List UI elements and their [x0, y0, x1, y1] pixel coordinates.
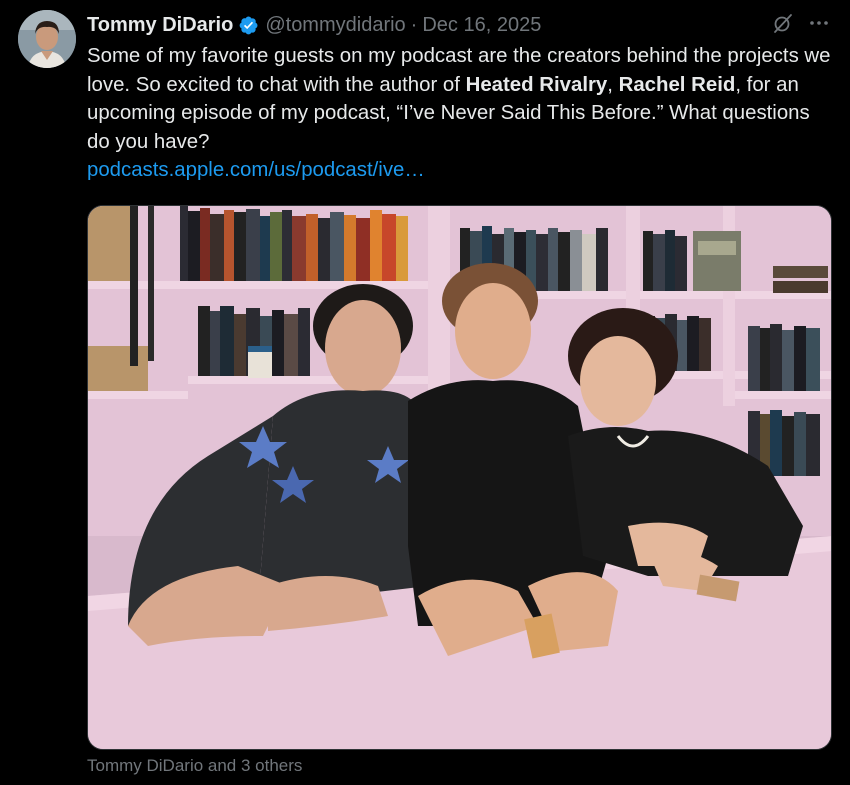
tagged-users[interactable]: Tommy DiDario and 3 others: [87, 756, 302, 776]
tweet-text-part2: ,: [607, 73, 619, 96]
tweet-text-bold-author: Rachel Reid: [618, 73, 736, 96]
header-separator: ·: [410, 13, 418, 36]
grok-icon[interactable]: [772, 12, 794, 39]
tweet: Tommy DiDario @tommydidario · Dec 16, 20…: [0, 0, 850, 785]
podcast-link[interactable]: podcasts.apple.com/us/podcast/ive…: [87, 159, 425, 181]
verified-badge-icon: [238, 15, 259, 36]
author-handle[interactable]: @tommydidario: [265, 14, 405, 37]
author-display-name[interactable]: Tommy DiDario: [87, 14, 233, 37]
avatar[interactable]: [18, 10, 76, 68]
tweet-header: Tommy DiDario @tommydidario · Dec 16, 20…: [87, 12, 541, 38]
tweet-date[interactable]: Dec 16, 2025: [422, 14, 541, 37]
tweet-text: Some of my favorite guests on my podcast…: [87, 42, 837, 185]
more-icon[interactable]: [808, 12, 830, 39]
tweet-text-bold-title: Heated Rivalry: [465, 73, 608, 96]
tweet-photo[interactable]: [87, 205, 832, 750]
tweet-actions: [772, 12, 830, 38]
